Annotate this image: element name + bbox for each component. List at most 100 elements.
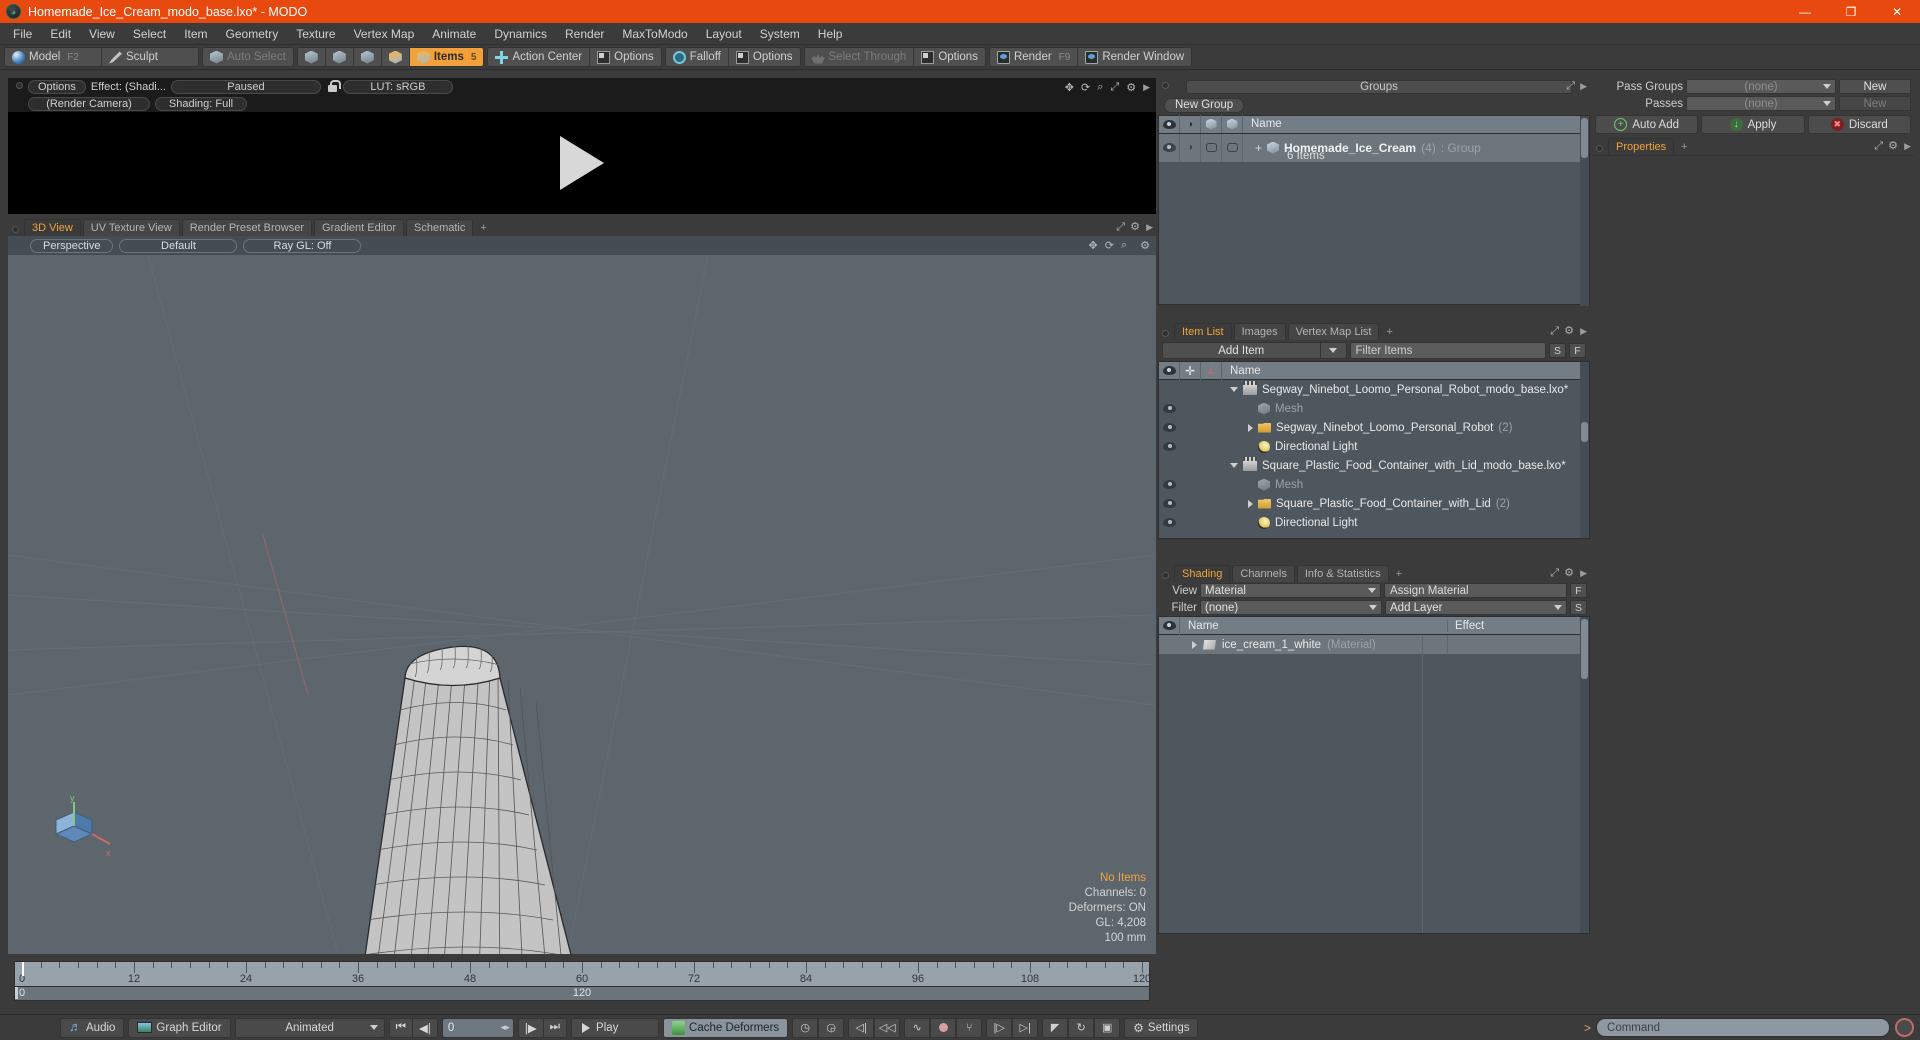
graph-editor-button[interactable]: Graph Editor — [128, 1017, 231, 1038]
auto-key-button[interactable]: ◷ — [792, 1017, 819, 1038]
falloff-options-button[interactable]: Options — [728, 48, 800, 66]
menu-maxtomodo[interactable]: MaxToModo — [613, 24, 696, 44]
expander-right-icon[interactable] — [1248, 423, 1253, 432]
preview-options-button[interactable]: Options — [28, 79, 86, 94]
current-frame-input[interactable]: 0 ◂▸ — [441, 1017, 514, 1038]
preview-lut-button[interactable]: LUT: sRGB — [342, 79, 453, 94]
expander-right-icon[interactable] — [1248, 499, 1253, 508]
frame-spinner-icon[interactable]: ◂▸ — [501, 1022, 510, 1033]
first-key-button[interactable]: ◁◁ — [874, 1017, 901, 1038]
tab-info-statistics[interactable]: Info & Statistics — [1296, 565, 1389, 582]
maximize-shading-icon[interactable]: ⤢ — [1550, 567, 1559, 580]
item-axis-toggle[interactable] — [1201, 494, 1222, 513]
gear-icon-shading[interactable]: ⚙ — [1564, 568, 1575, 579]
go-to-start-button[interactable]: ⏮ — [388, 1017, 412, 1038]
group-expander-icon[interactable]: + — [1255, 141, 1262, 155]
auto-select-button[interactable]: Auto Select — [203, 48, 293, 66]
delete-key-button[interactable]: ⑂ — [956, 1017, 983, 1038]
add-item-dropdown-button[interactable] — [1320, 342, 1347, 359]
item-add-toggle[interactable] — [1180, 418, 1201, 437]
passes-select[interactable]: (none) — [1686, 96, 1836, 111]
menu-vertex-map[interactable]: Vertex Map — [345, 24, 424, 44]
expander-icon-material[interactable] — [1192, 640, 1197, 649]
menu-animate[interactable]: Animate — [423, 24, 485, 44]
render-window-button[interactable]: Render Window — [1078, 48, 1192, 66]
groups-panel-dot[interactable] — [1162, 81, 1169, 89]
group-visibility-toggle[interactable] — [1159, 133, 1180, 162]
minimize-button[interactable]: — — [1782, 0, 1828, 23]
item-add-toggle[interactable] — [1180, 513, 1201, 532]
model-mode-button[interactable]: Model F2 — [5, 48, 102, 66]
rotate-icon[interactable]: ⟳ — [1081, 81, 1090, 94]
bake-key-button[interactable]: ▣ — [1094, 1017, 1121, 1038]
render-button[interactable]: Render F9 — [989, 48, 1079, 66]
tab-add-item-list[interactable]: + — [1381, 324, 1397, 340]
menu-dynamics[interactable]: Dynamics — [485, 24, 556, 44]
render-camera-button[interactable]: (Render Camera) — [28, 96, 150, 111]
menu-arrow-shading[interactable]: ▶ — [1580, 568, 1587, 579]
falloff-button[interactable]: Falloff — [665, 48, 729, 66]
maximize-item-list-icon[interactable]: ⤢ — [1550, 325, 1559, 338]
item-visibility-toggle[interactable] — [1159, 418, 1180, 437]
group-select-toggle[interactable] — [1222, 133, 1243, 162]
item-visibility-toggle[interactable] — [1159, 437, 1180, 456]
tab-images[interactable]: Images — [1233, 323, 1286, 340]
menu-render[interactable]: Render — [556, 24, 613, 44]
cycle-key-button[interactable]: ↻ — [1068, 1017, 1095, 1038]
playhead[interactable] — [22, 962, 24, 976]
timeline-range-bar[interactable]: 0 120 — [14, 987, 1150, 1001]
pan-icon[interactable]: ✥ — [1065, 81, 1074, 94]
filter-items-input[interactable]: Filter Items — [1349, 342, 1546, 359]
menu-arrow-item-list[interactable]: ▶ — [1580, 326, 1587, 337]
play-button[interactable]: Play — [571, 1017, 660, 1038]
select-through-options-button[interactable]: Options — [914, 48, 985, 66]
expander-down-icon[interactable] — [1230, 463, 1238, 468]
menu-arrow-preview[interactable]: ▶ — [1143, 82, 1150, 93]
materials-mode-button[interactable] — [381, 48, 410, 66]
zoom-icon[interactable]: ⌕ — [1097, 81, 1103, 94]
tab-channels[interactable]: Channels — [1232, 565, 1295, 582]
viewport-gear-icon[interactable]: ⚙ — [1140, 239, 1150, 252]
play-triangle-icon[interactable] — [560, 136, 604, 190]
maximize-groups-icon[interactable]: ⤢ — [1566, 80, 1575, 93]
viewport-rotate-icon[interactable]: ⟳ — [1105, 239, 1114, 252]
last-key-button[interactable]: ▷| — [1012, 1017, 1039, 1038]
select-through-button[interactable]: Select Through — [804, 48, 915, 66]
viewport-pan-icon[interactable]: ✥ — [1089, 239, 1098, 252]
item-list-row[interactable]: Mesh — [1159, 399, 1589, 418]
action-center-button[interactable]: Action Center — [488, 48, 591, 66]
item-list-row[interactable]: Square_Plastic_Food_Container_with_Lid_m… — [1159, 456, 1589, 475]
add-layer-select[interactable]: Add Layer — [1385, 600, 1567, 615]
pass-groups-new-button[interactable]: New — [1839, 79, 1911, 94]
axis-gizmo-icon[interactable]: y x — [46, 792, 116, 862]
tab-add-properties[interactable]: + — [1676, 139, 1692, 155]
go-to-end-button[interactable]: ⏭ — [542, 1017, 568, 1038]
item-list-row[interactable]: Segway_Ninebot_Loomo_Personal_Robot_modo… — [1159, 380, 1589, 399]
apply-button[interactable]: ↓ Apply — [1701, 115, 1805, 134]
shading-material-row[interactable]: ice_cream_1_white (Material) — [1159, 635, 1589, 654]
maximize-viewport-icon[interactable]: ⤢ — [1116, 221, 1125, 234]
action-center-options-button[interactable]: Options — [590, 48, 661, 66]
menu-select[interactable]: Select — [124, 24, 175, 44]
shading-scrollbar[interactable] — [1580, 617, 1589, 933]
next-key-button[interactable]: |▷ — [986, 1017, 1013, 1038]
item-axis-toggle[interactable] — [1201, 380, 1222, 399]
gear-icon-viewport[interactable]: ⚙ — [1130, 222, 1141, 233]
preview-effect-label[interactable]: Effect: (Shadi... — [91, 81, 166, 93]
tab-properties[interactable]: Properties — [1608, 138, 1675, 155]
tab-uv-texture-view[interactable]: UV Texture View — [82, 219, 180, 236]
panel-handle-dot[interactable] — [16, 81, 23, 89]
timeline-ruler[interactable]: 0 12 24 36 48 60 72 84 96 108 120 — [14, 961, 1150, 987]
items-mode-button[interactable]: Items 5 — [409, 48, 484, 66]
tab-vertex-map-list[interactable]: Vertex Map List — [1287, 323, 1380, 340]
properties-panel-dot[interactable] — [1596, 145, 1603, 152]
add-item-button[interactable]: Add Item — [1162, 342, 1321, 359]
command-input[interactable]: Command — [1596, 1018, 1890, 1037]
sculpt-mode-button[interactable]: Sculpt — [102, 48, 198, 66]
menu-item[interactable]: Item — [175, 24, 216, 44]
shading-panel-dot[interactable] — [1162, 572, 1169, 579]
menu-view[interactable]: View — [80, 24, 124, 44]
menu-arrow-properties[interactable]: ▶ — [1904, 141, 1911, 152]
group-lock-toggle[interactable] — [1201, 133, 1222, 162]
item-add-toggle[interactable] — [1180, 456, 1201, 475]
